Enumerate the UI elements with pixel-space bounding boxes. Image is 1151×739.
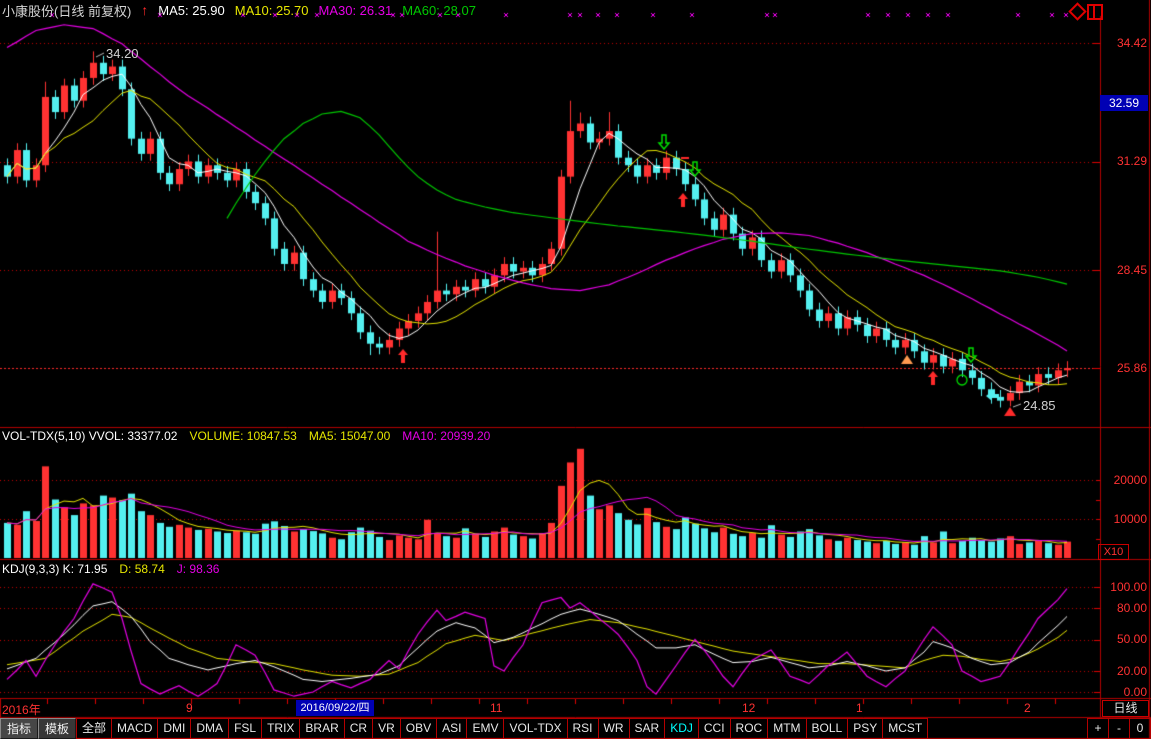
high-price-annotation: 34.20 — [106, 46, 139, 61]
indicator-toolbar: 指标 模板 全部 MACD DMI DMA FSL TRIX BRAR CR V… — [0, 718, 1151, 739]
indicator-button-cr[interactable]: CR — [345, 718, 373, 739]
indicator-button-sar[interactable]: SAR — [630, 718, 666, 739]
time-axis-label: 2016年 — [2, 701, 41, 718]
indicator-button-macd[interactable]: MACD — [112, 718, 158, 739]
cursor-date-badge: 2016/09/22/四 — [296, 700, 374, 716]
indicator-button-brar[interactable]: BRAR — [300, 718, 344, 739]
vol-indicator-label: VOL-TDX(5,10) VVOL: 33377.02 — [2, 429, 177, 443]
ma30-value: MA30: 26.31 — [319, 3, 393, 18]
main-chart-header: 小康股份(日线 前复权) ↑ MA5: 25.90 MA10: 25.70 MA… — [2, 1, 476, 20]
indicator-button-boll[interactable]: BOLL — [807, 718, 849, 739]
symbol-title: 小康股份(日线 前复权) — [2, 1, 131, 20]
price-axis-label: 25.86 — [1101, 361, 1147, 375]
toolbar-spacer — [928, 718, 1087, 739]
zoom-in-button[interactable]: + — [1087, 718, 1109, 739]
kdj-j-value: J: 98.36 — [177, 562, 220, 576]
indicator-button-trix[interactable]: TRIX — [262, 718, 300, 739]
indicator-button-rsi[interactable]: RSI — [568, 718, 599, 739]
volume-axis-label: 20000 — [1101, 473, 1147, 487]
volume-unit-badge: X10 — [1098, 544, 1129, 560]
indicator-button-psy[interactable]: PSY — [848, 718, 883, 739]
kdj-axis-label: 0.00 — [1101, 685, 1147, 699]
indicator-button-dma[interactable]: DMA — [191, 718, 229, 739]
kdj-axis-label: 100.00 — [1101, 580, 1147, 594]
chart-canvas[interactable] — [0, 0, 1151, 739]
volume-panel-header: VOL-TDX(5,10) VVOL: 33377.02 VOLUME: 108… — [2, 429, 490, 443]
volume-axis-label: 10000 — [1101, 512, 1147, 526]
indicator-button-mtm[interactable]: MTM — [768, 718, 806, 739]
indicator-button-cci[interactable]: CCI — [699, 718, 731, 739]
ma5-value: MA5: 25.90 — [158, 3, 225, 18]
indicator-button-kdj[interactable]: KDJ — [665, 718, 699, 739]
indicator-button-asi[interactable]: ASI — [437, 718, 467, 739]
price-axis-label: 31.29 — [1101, 154, 1147, 168]
time-axis-label: 1 — [856, 701, 863, 715]
vol-ma10-value: MA10: 20939.20 — [402, 429, 490, 443]
indicator-button-all[interactable]: 全部 — [76, 718, 112, 739]
ma60-value: MA60: 28.07 — [402, 3, 476, 18]
kdj-axis-label: 50.00 — [1101, 632, 1147, 646]
kdj-axis-label: 20.00 — [1101, 664, 1147, 678]
time-axis-label: 12 — [742, 701, 755, 715]
trading-app-window: 小康股份(日线 前复权) ↑ MA5: 25.90 MA10: 25.70 MA… — [0, 0, 1151, 739]
indicator-button-obv[interactable]: OBV — [401, 718, 437, 739]
price-axis-label: 34.42 — [1101, 36, 1147, 50]
vol-ma5-value: MA5: 15047.00 — [309, 429, 390, 443]
indicator-button-emv[interactable]: EMV — [467, 718, 504, 739]
time-axis-label: 11 — [490, 701, 502, 715]
kdj-d-value: D: 58.74 — [119, 562, 164, 576]
price-axis-label: 28.45 — [1101, 263, 1147, 277]
time-axis-label: 9 — [186, 701, 193, 715]
tab-templates[interactable]: 模板 — [38, 718, 76, 739]
indicator-button-dmi[interactable]: DMI — [158, 718, 191, 739]
tab-indicators[interactable]: 指标 — [0, 718, 38, 739]
trend-up-icon: ↑ — [141, 4, 148, 17]
price-highlight-label: 32.59 — [1100, 95, 1148, 111]
kdj-axis-label: 80.00 — [1101, 601, 1147, 615]
kdj-panel-header: KDJ(9,3,3) K: 71.95 D: 58.74 J: 98.36 — [2, 562, 219, 576]
indicator-button-vr[interactable]: VR — [373, 718, 401, 739]
indicator-button-wr[interactable]: WR — [599, 718, 630, 739]
time-axis-label: 2 — [1024, 701, 1031, 715]
split-panes-icon[interactable] — [1087, 4, 1103, 20]
low-price-annotation: 24.85 — [1023, 398, 1056, 413]
kdj-k-value: KDJ(9,3,3) K: 71.95 — [2, 562, 107, 576]
zoom-reset-button[interactable]: 0 — [1130, 718, 1151, 739]
indicator-button-mcst[interactable]: MCST — [883, 718, 928, 739]
ma10-value: MA10: 25.70 — [235, 3, 309, 18]
period-selector[interactable]: 日线 — [1102, 700, 1149, 717]
vol-volume-value: VOLUME: 10847.53 — [189, 429, 296, 443]
indicator-button-vol-tdx[interactable]: VOL-TDX — [504, 718, 567, 739]
indicator-button-roc[interactable]: ROC — [731, 718, 769, 739]
indicator-button-fsl[interactable]: FSL — [229, 718, 262, 739]
zoom-out-button[interactable]: - — [1109, 718, 1130, 739]
